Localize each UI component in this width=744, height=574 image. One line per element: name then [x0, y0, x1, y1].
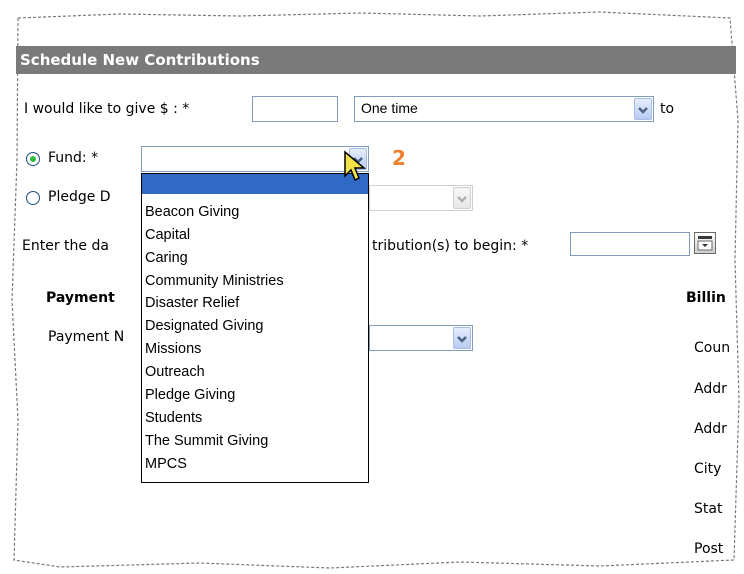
frequency-value: One time: [361, 100, 418, 116]
fund-label: Fund: *: [48, 150, 99, 166]
chevron-down-icon: [453, 187, 471, 209]
payment-method-label: Payment N: [48, 329, 125, 345]
dropdown-option[interactable]: Pledge Giving: [145, 387, 235, 403]
billing-field-label: City: [694, 461, 722, 477]
billing-field-label: Addr: [694, 421, 727, 437]
section-header: Schedule New Contributions: [16, 46, 736, 74]
billing-field-label: Stat: [694, 501, 723, 517]
dropdown-option[interactable]: Community Ministries: [145, 273, 284, 289]
billing-field-label: Post: [694, 541, 724, 557]
pledge-select: [369, 185, 473, 211]
frequency-select[interactable]: One time: [354, 96, 654, 122]
calendar-icon[interactable]: [694, 232, 716, 254]
step-badge: 2: [392, 146, 406, 170]
date-label-right: tribution(s) to begin: *: [372, 238, 529, 254]
to-label: to: [660, 101, 675, 117]
start-date-input[interactable]: [570, 232, 690, 256]
dropdown-option[interactable]: Missions: [145, 341, 201, 357]
fund-dropdown-list[interactable]: Beacon Giving Capital Caring Community M…: [141, 173, 369, 483]
date-label-left: Enter the da: [22, 238, 109, 254]
dropdown-option[interactable]: Disaster Relief: [145, 295, 239, 311]
fund-select[interactable]: [141, 146, 369, 172]
chevron-down-icon[interactable]: [634, 98, 652, 120]
torn-paper-frame: [0, 0, 744, 574]
billing-field-label: Coun: [694, 340, 731, 356]
payment-method-select[interactable]: [369, 325, 473, 351]
dropdown-option[interactable]: Beacon Giving: [145, 204, 239, 220]
mouse-cursor-icon: [344, 150, 367, 182]
dropdown-option[interactable]: Caring: [145, 250, 188, 266]
payment-heading: Payment: [46, 290, 115, 306]
dropdown-option[interactable]: MPCS: [145, 456, 187, 472]
dropdown-option[interactable]: Students: [145, 410, 202, 426]
torn-edge-border: [11, 11, 740, 569]
pledge-radio[interactable]: [26, 191, 40, 205]
dropdown-option[interactable]: Designated Giving: [145, 318, 264, 334]
dropdown-option-blank-selected[interactable]: [142, 174, 368, 194]
billing-heading: Billin: [686, 290, 726, 306]
dropdown-option[interactable]: Outreach: [145, 364, 205, 380]
pledge-label: Pledge D: [48, 189, 111, 205]
amount-input[interactable]: [252, 96, 338, 122]
give-amount-label: I would like to give $ : *: [24, 101, 190, 117]
section-title: Schedule New Contributions: [20, 51, 260, 69]
fund-radio[interactable]: [26, 152, 40, 166]
dropdown-option[interactable]: Capital: [145, 227, 190, 243]
chevron-down-icon[interactable]: [453, 327, 471, 349]
dropdown-option[interactable]: The Summit Giving: [145, 433, 268, 449]
billing-field-label: Addr: [694, 381, 727, 397]
